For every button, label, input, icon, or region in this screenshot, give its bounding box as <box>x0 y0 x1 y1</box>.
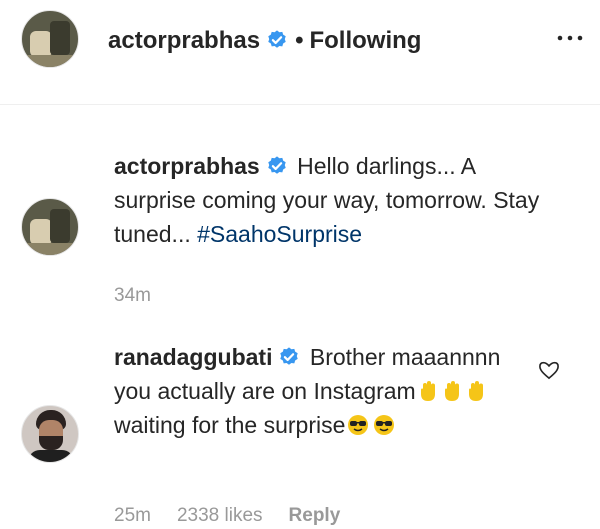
raised-hand-emoji-icon <box>420 381 435 401</box>
likes-count[interactable]: 2338 likes <box>177 505 263 526</box>
verified-badge-icon <box>280 347 299 365</box>
header-user-row: actorprabhas • Following <box>108 26 421 56</box>
hashtag-link[interactable]: #SaahoSurprise <box>197 221 362 247</box>
comment-body-2: waiting for the surprise <box>114 412 346 438</box>
verified-badge-icon <box>268 156 286 174</box>
reply-button[interactable]: Reply <box>289 505 341 526</box>
separator-dot: • <box>295 27 304 54</box>
caption-meta: 34m <box>114 285 177 307</box>
caption-avatar[interactable] <box>21 198 79 256</box>
caption-text: actorprabhas Hello darlings... A surpris… <box>114 149 554 251</box>
comment-username[interactable]: ranadaggubati <box>114 344 272 370</box>
raised-hand-emoji-icon <box>468 381 483 401</box>
comment-meta: 25m 2338 likes Reply <box>114 505 366 527</box>
comment-avatar[interactable] <box>21 405 79 463</box>
heart-icon[interactable] <box>538 360 560 380</box>
caption-timestamp[interactable]: 34m <box>114 285 151 306</box>
caption-username[interactable]: actorprabhas <box>114 153 260 179</box>
following-button[interactable]: Following <box>309 27 421 54</box>
comment-timestamp[interactable]: 25m <box>114 505 151 526</box>
sunglasses-emoji-icon <box>348 415 369 435</box>
verified-badge-icon <box>268 30 286 48</box>
raised-hand-emoji-icon <box>444 381 459 401</box>
sunglasses-emoji-icon <box>374 415 395 435</box>
post-header: actorprabhas • Following <box>0 0 600 105</box>
comment-text: ranadaggubati Brother maaannnn you actua… <box>114 340 514 442</box>
username-link[interactable]: actorprabhas <box>108 27 260 54</box>
more-options-icon[interactable] <box>556 28 584 48</box>
avatar[interactable] <box>21 10 79 68</box>
